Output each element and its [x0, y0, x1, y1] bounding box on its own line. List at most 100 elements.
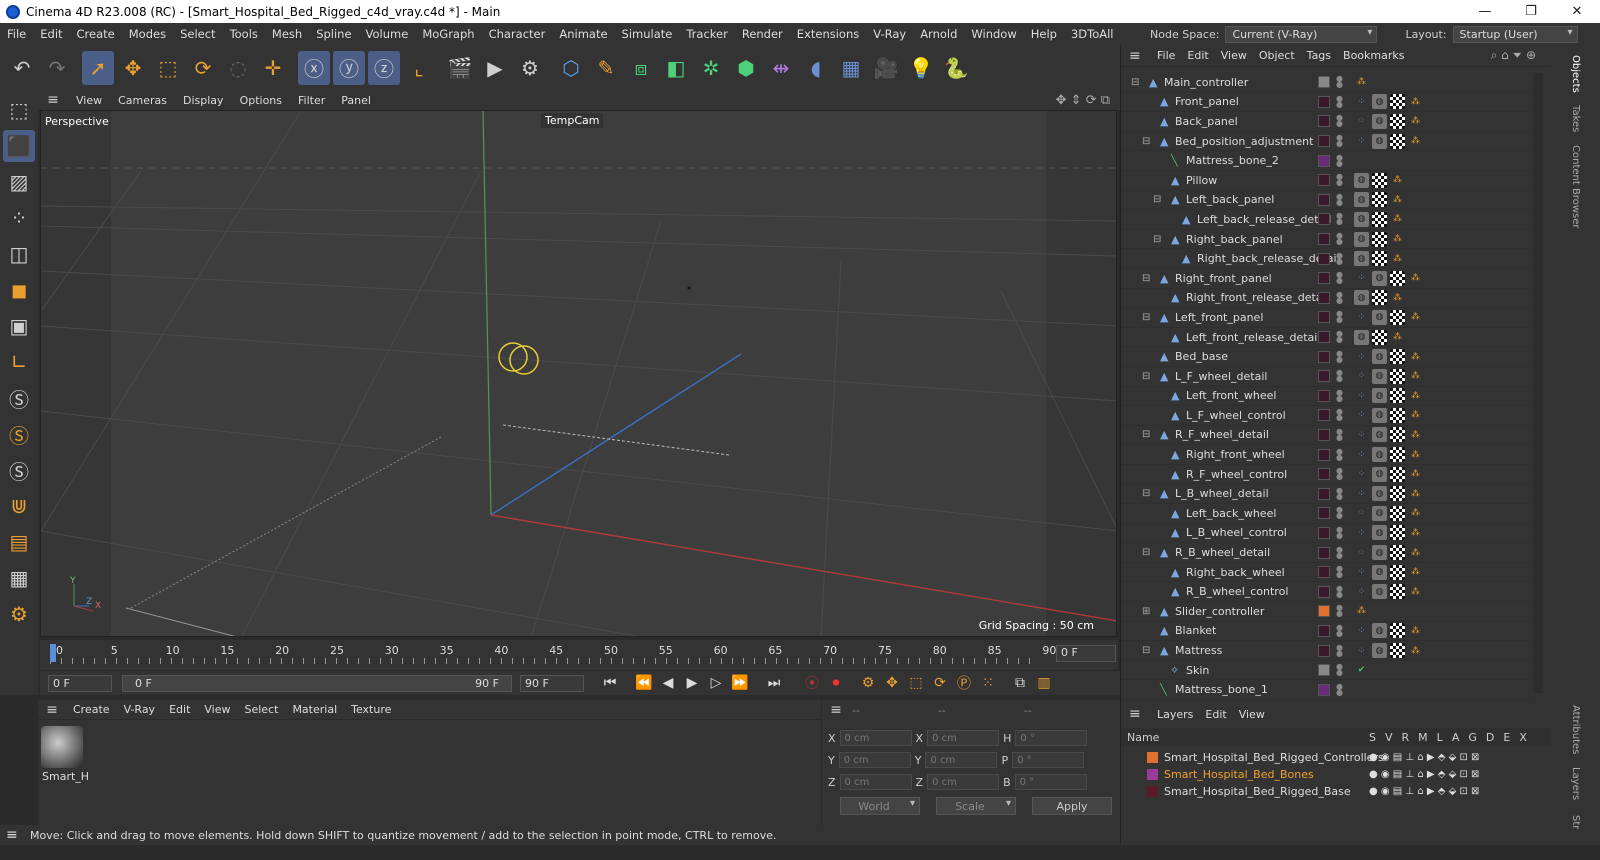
snap-settings-icon[interactable]: Ⓢ: [3, 418, 35, 450]
object-row[interactable]: ▲ Right_back_wheel ● ● ⁘ ◍ ⁂: [1121, 563, 1531, 583]
side-tab-layers[interactable]: Layers: [1570, 767, 1581, 800]
object-name[interactable]: Right_back_panel: [1186, 233, 1283, 246]
material-menu-create[interactable]: Create: [66, 703, 117, 716]
layer-name[interactable]: Smart_Hospital_Bed_Rigged_Base: [1164, 785, 1351, 798]
constraint-tag-icon[interactable]: ⁘: [1354, 114, 1369, 129]
layer-color-swatch[interactable]: [1318, 468, 1330, 481]
layer-menu-layers[interactable]: Layers: [1151, 708, 1199, 721]
object-name[interactable]: Right_front_panel: [1175, 272, 1272, 285]
visibility-dots-icon[interactable]: ● ●: [1336, 388, 1343, 402]
texture-tag-icon[interactable]: [1390, 486, 1405, 502]
visibility-dots-icon[interactable]: ● ●: [1336, 467, 1343, 481]
material-menu-view[interactable]: View: [197, 703, 237, 716]
key-rotation-icon[interactable]: ⟳: [928, 673, 952, 693]
material-tag-icon[interactable]: ◍: [1372, 486, 1387, 502]
layout-select[interactable]: Startup (User): [1452, 25, 1578, 43]
texture-mode-icon[interactable]: ▨: [3, 166, 35, 198]
hamburger-icon[interactable]: ≡: [822, 702, 850, 718]
texture-tag-icon[interactable]: [1390, 564, 1405, 580]
rot-h-field[interactable]: 0 °: [1015, 730, 1088, 746]
visibility-dots-icon[interactable]: ● ●: [1336, 506, 1343, 520]
pose-tag-icon[interactable]: ⁂: [1390, 330, 1405, 345]
layer-menu-view[interactable]: View: [1233, 708, 1271, 721]
visibility-dots-icon[interactable]: ● ●: [1336, 643, 1343, 657]
viewport-menu-options[interactable]: Options: [232, 94, 290, 107]
layer-color-swatch[interactable]: [1318, 409, 1330, 422]
move-tool-icon[interactable]: ✥: [117, 51, 149, 85]
constraint-tag-icon[interactable]: ⁘: [1354, 310, 1369, 325]
layer-color-swatch[interactable]: [1318, 350, 1330, 363]
visibility-dots-icon[interactable]: ● ●: [1336, 369, 1343, 383]
material-tag-icon[interactable]: ◍: [1354, 211, 1369, 227]
layer-color-swatch[interactable]: [1318, 507, 1330, 520]
object-name[interactable]: Main_controller: [1164, 76, 1248, 89]
material-menu-select[interactable]: Select: [238, 703, 286, 716]
menu-item-spline[interactable]: Spline: [309, 27, 358, 41]
menu-item-mesh[interactable]: Mesh: [265, 27, 309, 41]
constraint-tag-icon[interactable]: ⁘: [1354, 545, 1369, 560]
pose-tag-icon[interactable]: ⁂: [1408, 565, 1423, 580]
object-row[interactable]: ▲ Blanket ● ● ⁘ ◍ ⁂: [1121, 622, 1531, 642]
layer-color-swatch[interactable]: [1318, 291, 1330, 304]
viewport-menu-display[interactable]: Display: [175, 94, 232, 107]
material-tag-icon[interactable]: ◍: [1354, 192, 1369, 208]
visibility-dots-icon[interactable]: ● ●: [1336, 232, 1343, 246]
visibility-dots-icon[interactable]: ● ●: [1336, 192, 1343, 206]
object-row[interactable]: ⊟ ▲ Mattress ● ● ⁘ ◍ ⁂: [1121, 641, 1531, 661]
expand-toggle-icon[interactable]: ⊟: [1142, 312, 1150, 323]
texture-tag-icon[interactable]: [1390, 133, 1405, 149]
menu-item-vray[interactable]: V-Ray: [866, 27, 913, 41]
constraint-tag-icon[interactable]: ⁘: [1354, 427, 1369, 442]
visibility-dots-icon[interactable]: ● ●: [1336, 584, 1343, 598]
texture-tag-icon[interactable]: [1372, 172, 1387, 188]
material-thumbnail[interactable]: [41, 726, 83, 768]
play-icon[interactable]: ▶: [680, 673, 704, 693]
light-icon[interactable]: 💡: [905, 51, 937, 85]
object-row[interactable]: ⊟ ▲ R_B_wheel_detail ● ● ⁘ ◍ ⁂: [1121, 543, 1531, 563]
visibility-dots-icon[interactable]: ● ●: [1336, 525, 1343, 539]
constraint-tag-icon[interactable]: ⁘: [1354, 584, 1369, 599]
menu-item-window[interactable]: Window: [964, 27, 1023, 41]
material-menu-texture[interactable]: Texture: [344, 703, 398, 716]
pose-tag-icon[interactable]: ⁂: [1408, 643, 1423, 658]
layer-menu-edit[interactable]: Edit: [1199, 708, 1232, 721]
object-row[interactable]: ⊟ ▲ Bed_position_adjustment ● ● ⁘ ◍ ⁂: [1121, 132, 1531, 152]
viewport-menu-filter[interactable]: Filter: [290, 94, 333, 107]
material-tag-icon[interactable]: ◍: [1372, 427, 1387, 443]
controller-circle-icon[interactable]: [498, 342, 528, 372]
object-name[interactable]: Bed_base: [1175, 350, 1228, 363]
pose-tag-icon[interactable]: ⁂: [1408, 114, 1423, 129]
menu-item-tools[interactable]: Tools: [223, 27, 265, 41]
menu-item-edit[interactable]: Edit: [33, 27, 69, 41]
visibility-dots-icon[interactable]: ● ●: [1336, 623, 1343, 637]
pose-tag-icon[interactable]: ⁂: [1390, 290, 1405, 305]
texture-tag-icon[interactable]: [1390, 113, 1405, 129]
texture-tag-icon[interactable]: [1372, 231, 1387, 247]
menu-item-3dtoall[interactable]: 3DToAll: [1064, 27, 1121, 41]
layer-color-swatch[interactable]: [1318, 585, 1330, 598]
object-name[interactable]: Left_front_release_detail: [1186, 331, 1320, 344]
constraint-tag-icon[interactable]: ⁘: [1354, 467, 1369, 482]
edges-mode-icon[interactable]: ◫: [3, 238, 35, 270]
menu-item-tracker[interactable]: Tracker: [679, 27, 735, 41]
coordinate-system-icon[interactable]: ⌞: [403, 51, 435, 85]
texture-tag-icon[interactable]: [1390, 427, 1405, 443]
x-axis-lock-icon[interactable]: ⓧ: [298, 50, 330, 85]
layer-color-swatch[interactable]: [1318, 154, 1330, 167]
object-row[interactable]: ▲ R_B_wheel_control ● ● ⁘ ◍ ⁂: [1121, 582, 1531, 603]
object-name[interactable]: Left_front_panel: [1175, 311, 1263, 324]
layer-toggle-icons[interactable]: ● ◉ ▤ ⊥ ⌂ ▶ ⬘ ⬙ ⊡ ⊠: [1369, 769, 1479, 780]
cube-primitive-icon[interactable]: ⬡: [555, 51, 587, 85]
object-row[interactable]: ╲ Mattress_bone_1 ● ●: [1121, 680, 1531, 700]
soft-selection-icon[interactable]: ⚙: [3, 598, 35, 630]
ik-tag-icon[interactable]: ⁂: [1354, 75, 1369, 90]
layer-color-swatch[interactable]: [1318, 331, 1330, 344]
object-name[interactable]: Mattress_bone_2: [1186, 154, 1279, 167]
uv-mode-icon[interactable]: ▣: [3, 310, 35, 342]
deformer-icon[interactable]: ⇹: [765, 51, 797, 85]
object-row[interactable]: ⊟ ▲ Left_back_panel ● ● ◍ ⁂: [1121, 191, 1531, 211]
prev-frame-icon[interactable]: ◀: [656, 673, 680, 693]
goto-start-icon[interactable]: ⏮: [598, 673, 622, 693]
visibility-dots-icon[interactable]: ● ●: [1336, 682, 1343, 696]
layer-toggle-icons[interactable]: ● ◉ ▤ ⊥ ⌂ ▶ ⬘ ⬙ ⊡ ⊠: [1369, 752, 1479, 763]
